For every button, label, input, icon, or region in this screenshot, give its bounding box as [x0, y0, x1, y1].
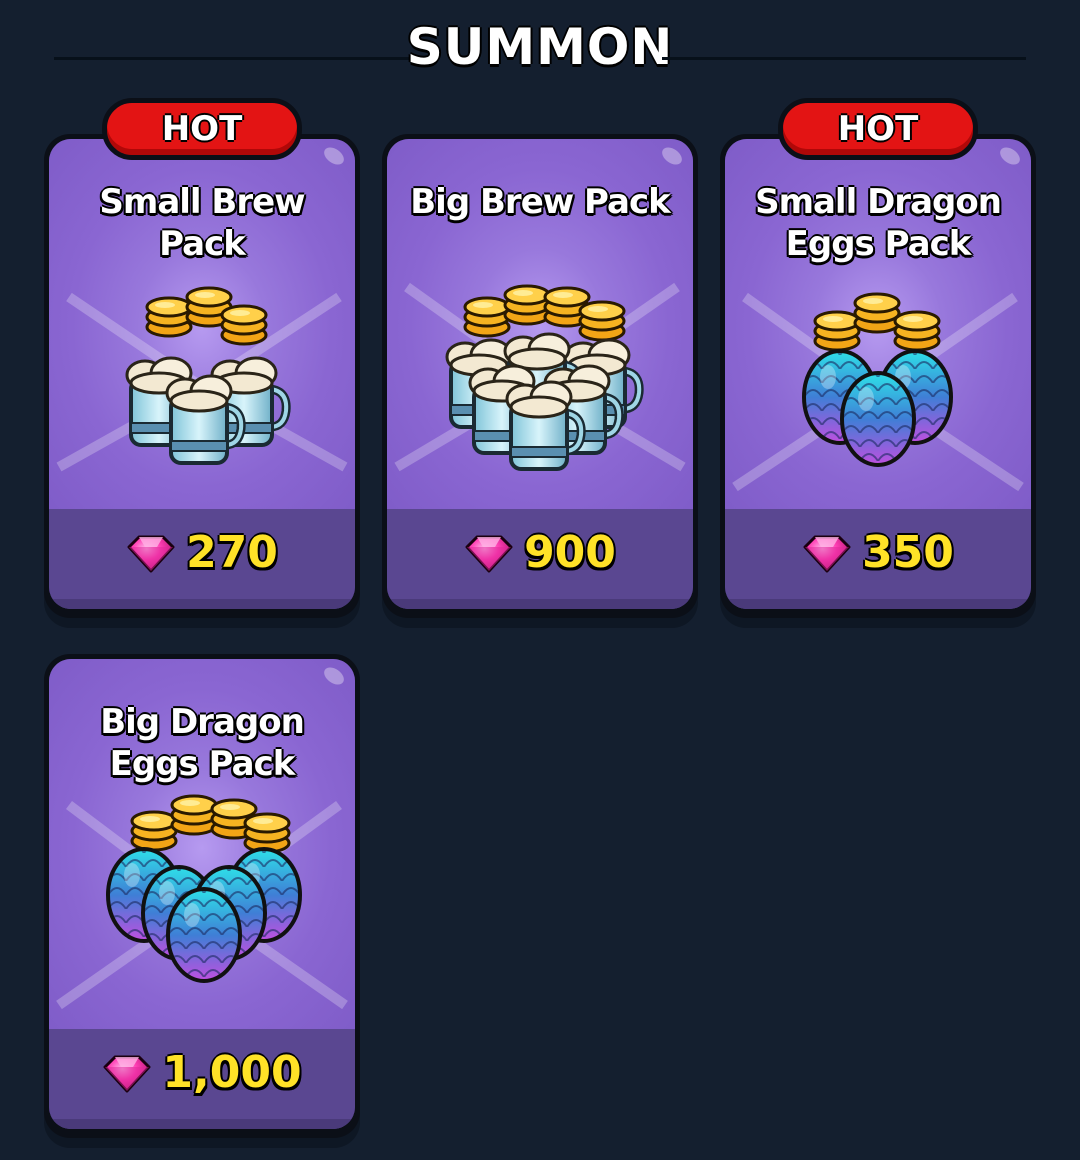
gem-icon	[127, 535, 175, 572]
card-shine	[658, 143, 686, 169]
pack-title: Big Dragon Eggs Pack	[100, 702, 305, 784]
pack-card-small-brew[interactable]: Small Brew Pack 270 HOT	[44, 98, 360, 618]
price-tag: 900	[387, 527, 693, 578]
price-tag: 1,000	[49, 1047, 355, 1098]
price-value: 1,000	[162, 1047, 302, 1098]
many-dragon-eggs-coins-icon	[49, 785, 355, 1025]
hot-badge: HOT	[102, 98, 302, 160]
many-beer-mugs-coins-icon	[387, 257, 693, 507]
pack-card-big-dragon-eggs[interactable]: Big Dragon Eggs Pack 1,000	[44, 654, 360, 1138]
header-divider-right	[662, 57, 1026, 60]
price-value: 350	[862, 527, 954, 578]
price-value: 900	[524, 527, 616, 578]
card-shine	[996, 143, 1024, 169]
pack-card-small-dragon-eggs[interactable]: Small Dragon Eggs Pack 350 HOT	[720, 98, 1036, 618]
price-value: 270	[186, 527, 278, 578]
gem-icon	[465, 535, 513, 572]
price-tag: 350	[725, 527, 1031, 578]
section-title: SUMMON	[406, 18, 674, 76]
price-tag: 270	[49, 527, 355, 578]
beer-mugs-coins-icon	[49, 267, 355, 507]
section-header: SUMMON	[0, 12, 1080, 82]
pack-card-big-brew[interactable]: Big Brew Pack 900	[382, 134, 698, 618]
gem-icon	[103, 1055, 151, 1092]
card-shine	[320, 663, 348, 689]
gem-icon	[803, 535, 851, 572]
dragon-eggs-coins-icon	[725, 277, 1031, 507]
pack-title: Small Dragon Eggs Pack	[755, 182, 1002, 264]
card-shine	[320, 143, 348, 169]
hot-badge: HOT	[778, 98, 978, 160]
pack-title: Small Brew Pack	[99, 182, 305, 264]
pack-title: Big Brew Pack	[410, 182, 670, 222]
